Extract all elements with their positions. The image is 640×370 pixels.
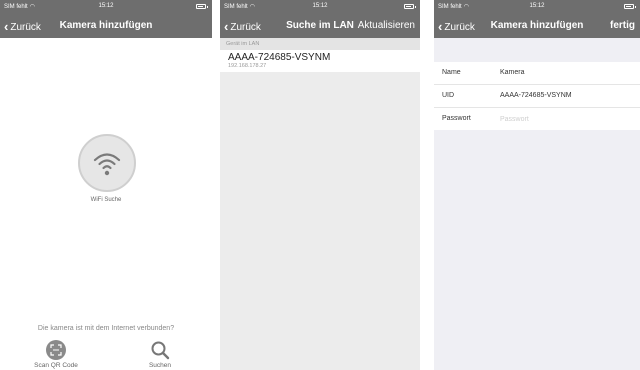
password-label: Passwort [442, 115, 471, 122]
qr-scan-icon [46, 340, 66, 360]
screen-add-camera: SIM fehlt ◠ 15:12 ‹ Zurück Kamera hinzufüg… [0, 0, 212, 370]
name-row[interactable]: Name Kamera [434, 62, 640, 85]
section-header: Gerät im LAN [220, 38, 420, 50]
refresh-button[interactable]: Aktualisieren [358, 20, 415, 31]
search-icon [151, 341, 170, 360]
wifi-search-button[interactable] [78, 134, 136, 192]
screen-camera-form: SIM fehlt ◠ 15:12 ‹ Zurück Kamera hinzufüg… [434, 0, 640, 370]
battery-icon [624, 4, 636, 9]
battery-icon [196, 4, 208, 9]
battery-icon [404, 4, 416, 9]
wifi-icon [93, 153, 121, 176]
uid-label: UID [442, 92, 455, 99]
status-bar: SIM fehlt ◠ 15:12 [0, 0, 212, 14]
page-title: Kamera hinzufügen [59, 20, 153, 31]
status-bar: SIM fehlt ◠ 15:12 [220, 0, 420, 14]
status-bar: SIM fehlt ◠ 15:12 [434, 0, 640, 14]
wifi-search-label: WiFi Suche [90, 197, 122, 203]
internet-connected-question: Die kamera ist mit dem Internet verbunde… [37, 325, 175, 332]
device-uid: AAAA-724685-VSYNM [228, 52, 331, 63]
done-button[interactable]: fertig [610, 20, 635, 31]
clock: 15:12 [312, 3, 328, 9]
search-label: Suchen [148, 362, 172, 369]
screen-lan-search: SIM fehlt ◠ 15:12 ‹ Zurück Suche im LAN Ak… [220, 0, 420, 370]
password-field[interactable] [498, 112, 632, 126]
nav-bar: ‹ Zurück Kamera hinzufügen [0, 14, 212, 38]
search-button[interactable]: Suchen [130, 340, 190, 369]
clock: 15:12 [529, 3, 545, 9]
name-field[interactable]: Kamera [500, 69, 525, 76]
password-row[interactable]: Passwort [434, 108, 640, 130]
device-ip: 192.168.178.27 [228, 63, 267, 69]
nav-bar: ‹ Zurück Kamera hinzufügen fertig [434, 14, 640, 38]
scan-qr-button[interactable]: Scan QR Code [26, 340, 86, 369]
uid-row[interactable]: UID AAAA-724685-VSYNM [434, 85, 640, 108]
scan-qr-label: Scan QR Code [34, 362, 78, 369]
clock: 15:12 [98, 3, 114, 9]
device-list-item[interactable]: AAAA-724685-VSYNM 192.168.178.27 [220, 50, 420, 72]
camera-form: Name Kamera UID AAAA-724685-VSYNM Passwo… [434, 62, 640, 130]
nav-bar: ‹ Zurück Suche im LAN Aktualisieren [220, 14, 420, 38]
name-label: Name [442, 69, 461, 76]
uid-field[interactable]: AAAA-724685-VSYNM [500, 92, 572, 99]
